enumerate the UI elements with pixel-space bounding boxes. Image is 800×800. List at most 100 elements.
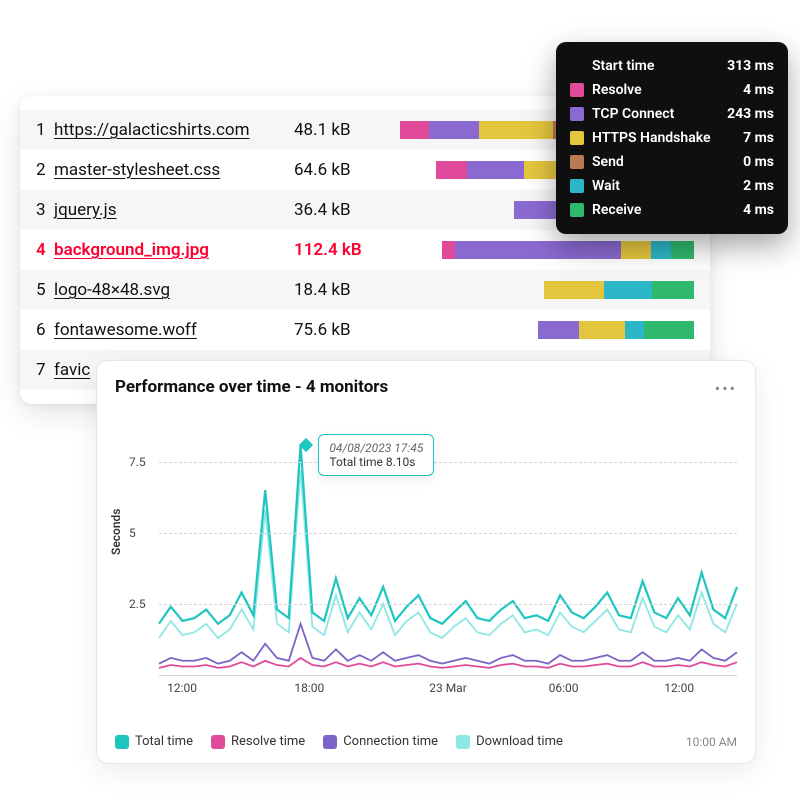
hover-value: Total time 8.10s bbox=[329, 455, 423, 469]
swatch-icon bbox=[570, 155, 584, 169]
x-axis-line bbox=[159, 675, 737, 676]
gridline bbox=[159, 533, 737, 534]
y-tick-label: 7.5 bbox=[129, 455, 146, 469]
swatch-icon bbox=[570, 203, 584, 217]
tooltip-row: Send0 ms bbox=[570, 150, 774, 174]
tooltip-header-label: Start time bbox=[592, 58, 727, 74]
timing-segment-tcp bbox=[514, 201, 561, 219]
row-index: 6 bbox=[36, 320, 54, 340]
timing-segment-receive bbox=[652, 281, 694, 299]
y-tick-label: 5 bbox=[129, 526, 136, 540]
chart-line bbox=[159, 470, 737, 638]
tooltip-value: 4 ms bbox=[743, 82, 774, 98]
tooltip-row: Receive4 ms bbox=[570, 198, 774, 222]
resource-name[interactable]: fontawesome.woff bbox=[54, 320, 294, 340]
x-tick-label: 23 Mar bbox=[429, 681, 467, 695]
legend-item[interactable]: Total time bbox=[115, 734, 193, 749]
timing-bar-track bbox=[394, 241, 694, 259]
chart-hover-tooltip: 04/08/2023 17:45Total time 8.10s bbox=[318, 434, 434, 476]
timing-segment-https bbox=[544, 281, 604, 299]
tooltip-header-value: 313 ms bbox=[727, 58, 774, 74]
resource-size: 112.4 kB bbox=[294, 240, 394, 260]
legend-item[interactable]: Resolve time bbox=[211, 734, 305, 749]
legend-label: Resolve time bbox=[231, 734, 305, 749]
chart-plot-area[interactable]: 2.557.504/08/2023 17:45Total time 8.10s bbox=[159, 419, 737, 675]
chart-line bbox=[159, 445, 737, 624]
x-tick-label: 12:00 bbox=[664, 681, 694, 695]
timing-segment-wait bbox=[625, 321, 644, 339]
hover-time: 04/08/2023 17:45 bbox=[329, 441, 423, 455]
timing-segment-resolve bbox=[400, 121, 429, 139]
legend-item[interactable]: Download time bbox=[456, 734, 563, 749]
timing-segment-resolve bbox=[436, 161, 467, 179]
timing-segment-https bbox=[524, 161, 560, 179]
resource-name[interactable]: https://galacticshirts.com bbox=[54, 120, 294, 140]
gridline bbox=[159, 462, 737, 463]
chart-menu-button[interactable]: ••• bbox=[715, 379, 737, 398]
row-index: 3 bbox=[36, 200, 54, 220]
tooltip-row: TCP Connect243 ms bbox=[570, 102, 774, 126]
tooltip-label: Resolve bbox=[592, 82, 743, 98]
timing-bar[interactable] bbox=[544, 281, 694, 299]
resource-name[interactable]: jquery.js bbox=[54, 200, 294, 220]
x-tick-label: 18:00 bbox=[294, 681, 324, 695]
timing-segment-https bbox=[579, 321, 626, 339]
timing-bar-track bbox=[394, 281, 694, 299]
resource-size: 48.1 kB bbox=[294, 120, 394, 140]
x-tick-label: 12:00 bbox=[167, 681, 197, 695]
timing-tooltip: Start time313 msResolve4 msTCP Connect24… bbox=[556, 42, 788, 234]
timing-bar[interactable] bbox=[442, 241, 694, 259]
swatch-icon bbox=[323, 735, 337, 749]
x-tick-label: 06:00 bbox=[549, 681, 579, 695]
timing-bar-track bbox=[394, 321, 694, 339]
chart-title: Performance over time - 4 monitors bbox=[115, 377, 737, 397]
legend-label: Connection time bbox=[343, 734, 438, 749]
swatch-icon bbox=[570, 83, 584, 97]
resource-size: 36.4 kB bbox=[294, 200, 394, 220]
timing-bar[interactable] bbox=[538, 321, 694, 339]
tooltip-row: Wait2 ms bbox=[570, 174, 774, 198]
timing-segment-receive bbox=[671, 241, 694, 259]
tooltip-value: 243 ms bbox=[727, 106, 774, 122]
timing-segment-https bbox=[479, 121, 553, 139]
timing-segment-tcp bbox=[538, 321, 579, 339]
swatch-icon bbox=[570, 107, 584, 121]
chart-line bbox=[159, 624, 737, 664]
swatch-icon bbox=[115, 735, 129, 749]
resource-name[interactable]: master-stylesheet.css bbox=[54, 160, 294, 180]
swatch-icon bbox=[570, 131, 584, 145]
timing-segment-receive bbox=[644, 321, 694, 339]
timing-segment-https bbox=[621, 241, 651, 259]
timing-segment-tcp bbox=[455, 241, 621, 259]
timing-segment-wait bbox=[651, 241, 671, 259]
tooltip-value: 4 ms bbox=[743, 202, 774, 218]
resource-size: 18.4 kB bbox=[294, 280, 394, 300]
waterfall-row[interactable]: 5logo-48×48.svg18.4 kB bbox=[20, 270, 710, 310]
legend-label: Total time bbox=[135, 734, 193, 749]
timing-segment-wait bbox=[604, 281, 652, 299]
row-index: 2 bbox=[36, 160, 54, 180]
swatch-icon bbox=[570, 179, 584, 193]
tooltip-label: Send bbox=[592, 154, 743, 170]
legend-item[interactable]: Connection time bbox=[323, 734, 438, 749]
tooltip-label: Wait bbox=[592, 178, 743, 194]
gridline bbox=[159, 604, 737, 605]
tooltip-row: HTTPS Handshake7 ms bbox=[570, 126, 774, 150]
waterfall-row[interactable]: 4background_img.jpg112.4 kB bbox=[20, 230, 710, 270]
tooltip-row: Resolve4 ms bbox=[570, 78, 774, 102]
resource-size: 64.6 kB bbox=[294, 160, 394, 180]
tooltip-value: 7 ms bbox=[743, 130, 774, 146]
chart-legend: Total time Resolve time Connection time Dow… bbox=[115, 734, 563, 749]
row-index: 7 bbox=[36, 360, 54, 380]
timing-segment-tcp bbox=[467, 161, 524, 179]
swatch-icon bbox=[456, 735, 470, 749]
resource-name[interactable]: background_img.jpg bbox=[54, 240, 294, 260]
tooltip-value: 0 ms bbox=[743, 154, 774, 170]
timing-segment-tcp bbox=[429, 121, 479, 139]
resource-name[interactable]: logo-48×48.svg bbox=[54, 280, 294, 300]
row-index: 4 bbox=[36, 240, 54, 260]
tooltip-label: HTTPS Handshake bbox=[592, 130, 743, 146]
tooltip-label: TCP Connect bbox=[592, 106, 727, 122]
row-index: 1 bbox=[36, 120, 54, 140]
waterfall-row[interactable]: 6fontawesome.woff75.6 kB bbox=[20, 310, 710, 350]
